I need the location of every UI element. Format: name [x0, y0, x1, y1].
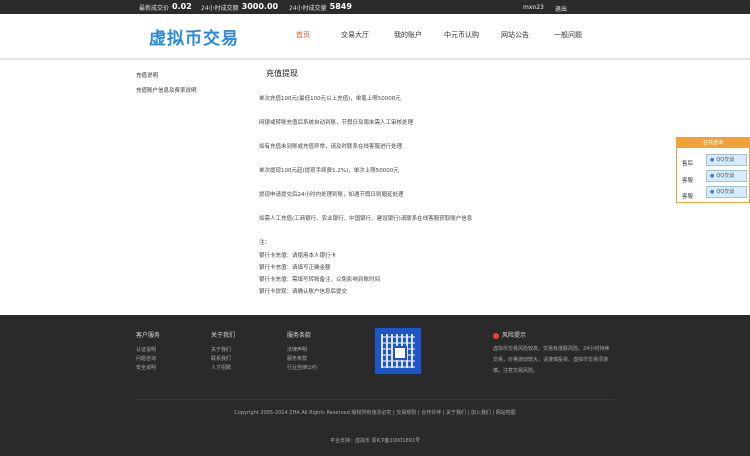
qr-code-image: [375, 328, 421, 374]
footer-link[interactable]: 行业自律公约: [287, 364, 317, 371]
note-item: 银行卡充值：请填写正确金额: [259, 265, 331, 271]
qr-center-logo: [393, 346, 407, 360]
footer-col-title: 关于我们: [211, 332, 236, 339]
footer-link[interactable]: 人才招聘: [211, 364, 231, 371]
service-header: 在线咨询: [677, 138, 749, 148]
risk-warning-title: 风险提示: [493, 330, 526, 339]
footer-col-title: 服务条款: [287, 332, 312, 339]
nav-announcements[interactable]: 网站公告: [501, 30, 529, 40]
stat-label: 最新成交价: [139, 5, 170, 12]
stat-value: 3000.00: [241, 2, 279, 11]
content-paragraph: 提现申请提交后24小时内处理到账，如遇节假日则顺延处理: [259, 192, 404, 198]
footer-divider: [136, 399, 614, 400]
risk-warning-text: 虚拟币交易风险较高，交易有涨跌风险，24小时持续交易，价格波动较大，请谨慎投资。…: [493, 346, 610, 374]
qq-icon: ●: [710, 189, 715, 195]
risk-title-text: 风险提示: [502, 332, 527, 339]
qq-chat-button[interactable]: ● QQ交谈: [706, 154, 747, 166]
nav-my-account[interactable]: 我的账户: [394, 30, 422, 40]
copyright-text: Copyright 2005-2014 ZHA All Rights Reser…: [234, 410, 516, 416]
logout-link[interactable]: 退出: [555, 4, 567, 13]
online-service-panel: 在线咨询 售后 ● QQ交谈 客服 ● QQ交谈 客服 ● QQ交谈: [676, 137, 750, 203]
qq-chat-button[interactable]: ● QQ交谈: [706, 170, 747, 182]
qq-chat-button[interactable]: ● QQ交谈: [706, 186, 747, 198]
footer-col-title: 客户服务: [136, 332, 161, 339]
site-header: 虚拟币交易: [0, 14, 750, 60]
footer-link[interactable]: 服务条款: [287, 355, 307, 362]
warning-icon: [493, 332, 499, 339]
service-label: 客服: [682, 178, 694, 184]
footer-link[interactable]: 关于我们: [211, 346, 231, 353]
content-paragraph: 网银或转账充值后系统自动到账，节假日及周末需人工审核处理: [259, 120, 414, 126]
content-paragraph: 如有充值未到账或充值异常，请及时联系在线客服进行处理: [259, 144, 403, 150]
stat-last-price: 最新成交价 0.02: [139, 2, 192, 12]
stat-24h-amount: 24小时成交额 3000.00: [201, 2, 279, 12]
content-paragraph: 单次提现100元起(提现手续费1.2%)，单次上限50000元: [259, 168, 399, 174]
username-link[interactable]: mxn23: [523, 4, 544, 11]
platform-support-text: 平台支持：虚拟币 浙ICP备10001891号: [329, 438, 421, 444]
content-paragraph: 单次充值100元(最低100元以上充值)，单笔上限50000元: [259, 96, 401, 102]
footer-link[interactable]: 认证说明: [136, 346, 156, 353]
qq-label: QQ交谈: [716, 157, 735, 163]
qq-label: QQ交谈: [716, 189, 735, 195]
nav-home[interactable]: 首页: [296, 30, 310, 40]
note-item: 银行卡充值：请使用本人银行卡: [259, 253, 337, 259]
service-label: 客服: [682, 194, 694, 200]
stat-24h-volume: 24小时成交量 5849: [289, 2, 352, 12]
site-logo[interactable]: 虚拟币交易: [149, 24, 239, 49]
stat-value: 0.02: [172, 2, 192, 11]
sidebar-link-account-info[interactable]: 充值账户信息及费率说明: [136, 86, 197, 94]
qq-icon: ●: [710, 173, 715, 179]
footer-link[interactable]: 安全说明: [136, 364, 156, 371]
page-title: 充值提现: [266, 69, 298, 78]
stat-value: 5849: [329, 2, 352, 11]
content-paragraph: 如需人工充值(工商银行、农业银行、中国银行、建设银行)请联系在线客服获取账户信息: [259, 216, 473, 222]
nav-coin-subscribe[interactable]: 中元币认购: [444, 30, 479, 40]
footer-link[interactable]: 问题咨询: [136, 355, 156, 362]
footer-link[interactable]: 联系我们: [211, 355, 231, 362]
note-item: 银行卡提现：请确认账户信息后提交: [259, 289, 348, 295]
sidebar-link-recharge[interactable]: 充值说明: [136, 71, 158, 79]
qq-icon: ●: [710, 157, 715, 163]
notes-label: 注：: [259, 240, 271, 246]
note-item: 银行卡充值：需填写转账备注，以免影响到账时间: [259, 277, 381, 283]
service-label: 售后: [682, 161, 694, 167]
top-stats-bar: 最新成交价 0.02 24小时成交额 3000.00 24小时成交量 5849 mxn…: [0, 0, 750, 14]
nav-trade-hall[interactable]: 交易大厅: [341, 30, 369, 40]
stat-label: 24小时成交额: [201, 5, 239, 12]
stat-label: 24小时成交量: [289, 5, 327, 12]
nav-faq[interactable]: 一般问题: [554, 30, 582, 40]
footer-link[interactable]: 法律声明: [287, 346, 307, 353]
qq-label: QQ交谈: [716, 173, 735, 179]
